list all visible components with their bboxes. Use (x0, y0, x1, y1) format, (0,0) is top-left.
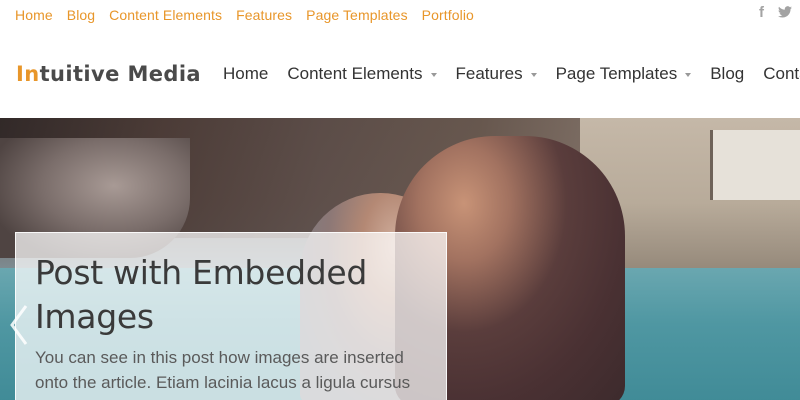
logo-accent-text: In (16, 62, 40, 86)
nav-item-label: Page Templates (555, 64, 678, 83)
top-link-page-templates[interactable]: Page Templates (306, 7, 408, 23)
nav-item-features[interactable]: Features (456, 64, 537, 84)
nav-item-label: Conta (763, 64, 800, 83)
site-logo[interactable]: Intuitive Media (16, 62, 201, 86)
nav-item-page-templates[interactable]: Page Templates (556, 64, 692, 84)
top-bar: Home Blog Content Elements Features Page… (0, 0, 800, 34)
nav-item-label: Content Elements (287, 64, 423, 83)
nav-item-content-elements[interactable]: Content Elements (287, 64, 437, 84)
hero-bus-image (710, 130, 800, 200)
top-links: Home Blog Content Elements Features Page… (15, 7, 474, 23)
slide-caption: Post with Embedded Images You can see in… (15, 232, 447, 400)
main-nav: Home Content Elements Features Page Temp… (223, 64, 800, 84)
site-header: Intuitive Media Home Content Elements Fe… (0, 34, 800, 118)
top-link-home[interactable]: Home (15, 7, 53, 23)
top-link-portfolio[interactable]: Portfolio (422, 7, 474, 23)
slide-excerpt: You can see in this post how images are … (35, 348, 411, 392)
caret-down-icon (530, 73, 537, 77)
nav-item-home[interactable]: Home (223, 64, 268, 84)
nav-item-label: Home (223, 64, 269, 83)
top-link-blog[interactable]: Blog (67, 7, 95, 23)
slide-title[interactable]: Post with Embedded Images (35, 251, 426, 339)
nav-item-label: Blog (710, 64, 745, 83)
nav-item-blog[interactable]: Blog (710, 64, 744, 84)
nav-item-contact[interactable]: Conta (763, 64, 800, 84)
nav-item-label: Features (455, 64, 523, 83)
social-links: f (759, 4, 792, 21)
top-link-features[interactable]: Features (236, 7, 292, 23)
twitter-icon[interactable] (778, 5, 792, 21)
caret-down-icon (430, 73, 437, 77)
top-link-content-elements[interactable]: Content Elements (109, 7, 222, 23)
logo-text: tuitive Media (39, 62, 201, 86)
facebook-icon[interactable]: f (759, 4, 764, 21)
caret-down-icon (685, 73, 692, 77)
